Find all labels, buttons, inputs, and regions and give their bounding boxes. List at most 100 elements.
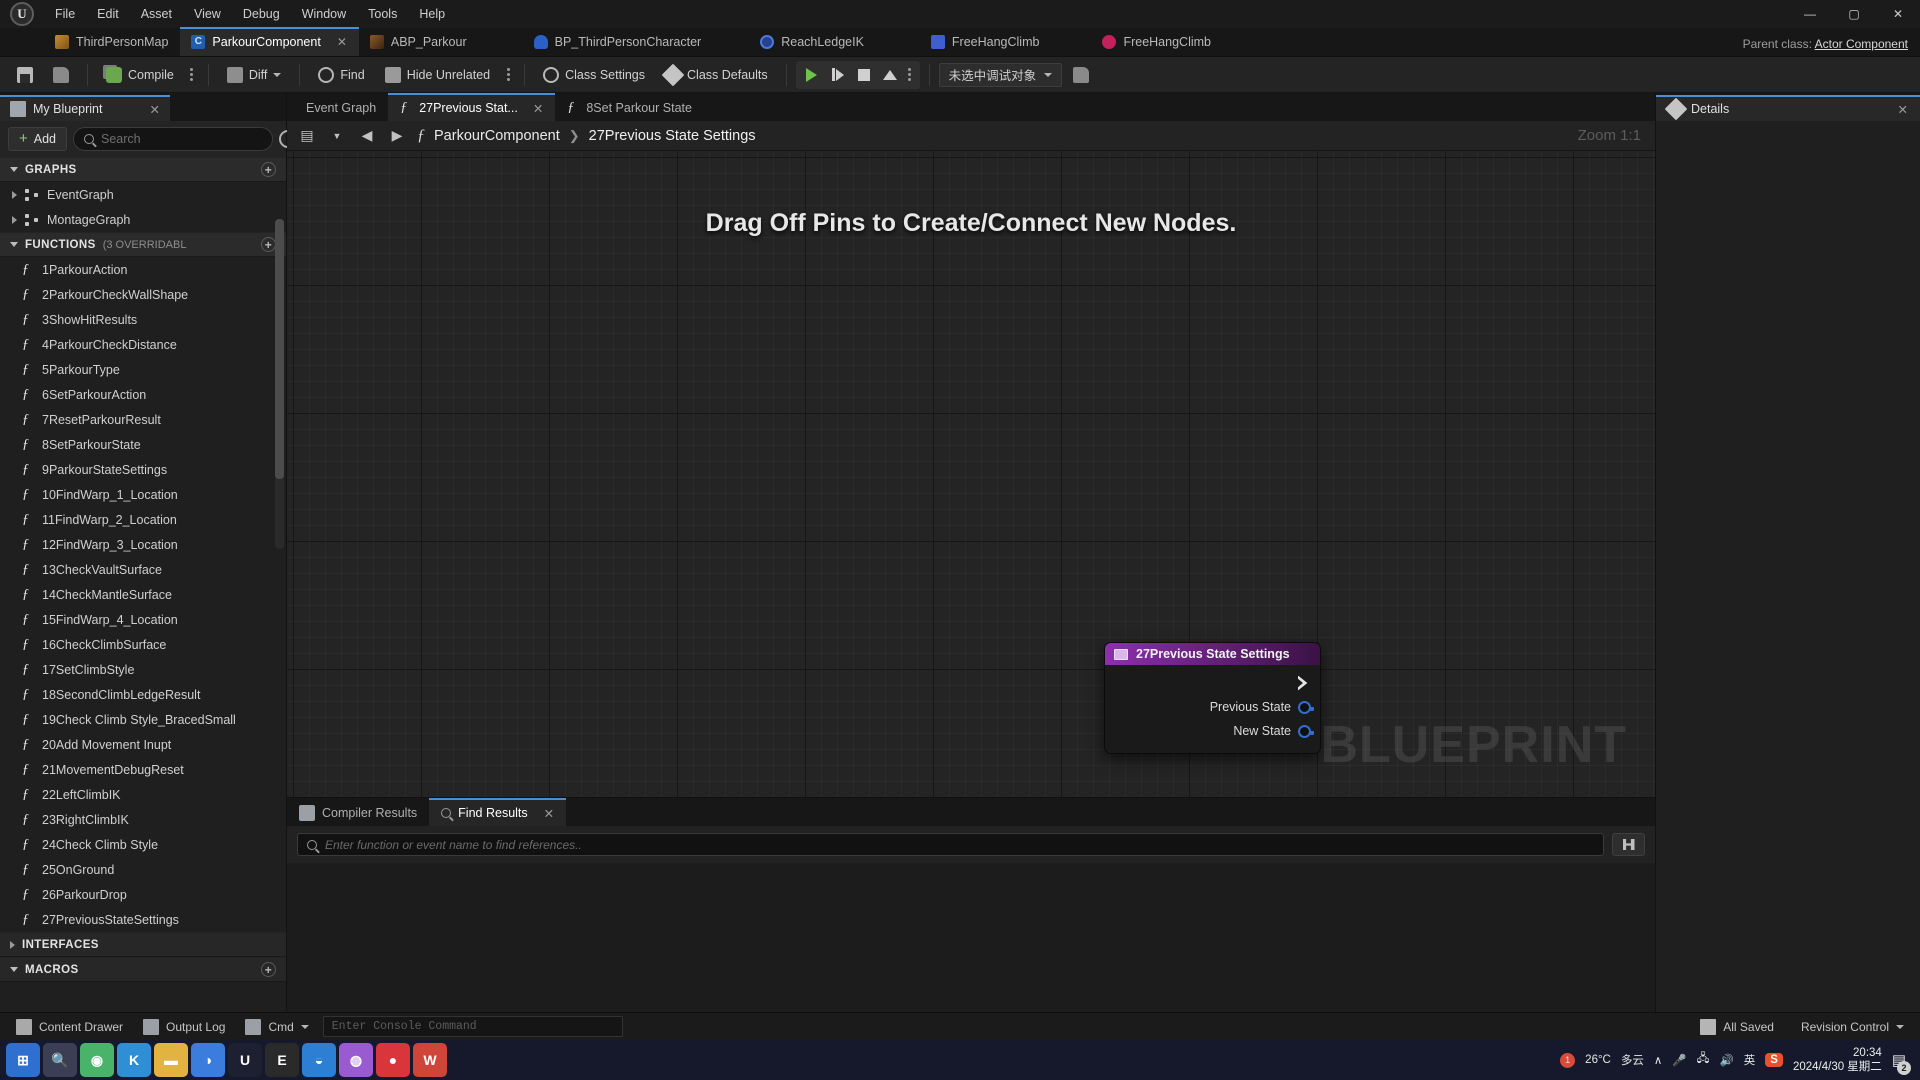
exec-pin-icon[interactable]	[1298, 676, 1311, 691]
ime-language-icon[interactable]: 英	[1744, 1052, 1756, 1068]
function-item[interactable]: ƒ 21MovementDebugReset	[0, 757, 286, 782]
function-item[interactable]: ƒ 7ResetParkourResult	[0, 407, 286, 432]
eject-button[interactable]	[877, 63, 903, 87]
function-item[interactable]: ƒ 6SetParkourAction	[0, 382, 286, 407]
chevron-right-icon[interactable]	[12, 215, 17, 224]
find-input-wrapper[interactable]	[297, 833, 1604, 856]
weather-temp[interactable]: 26°C	[1585, 1054, 1611, 1066]
stop-button[interactable]	[851, 63, 877, 87]
minimize-button[interactable]: —	[1788, 0, 1832, 28]
cmd-dropdown-button[interactable]: Cmd	[235, 1015, 318, 1039]
asset-tab-parkourcomponent[interactable]: ParkourComponent ✕	[180, 27, 360, 56]
compile-button[interactable]: Compile	[97, 61, 183, 89]
save-button[interactable]	[8, 61, 42, 89]
compile-options-icon[interactable]	[185, 68, 199, 81]
pie-app-icon[interactable]: ◍	[339, 1043, 373, 1077]
breadcrumb-root[interactable]: ParkourComponent	[434, 128, 560, 144]
tab-find-results[interactable]: Find Results ✕	[429, 798, 567, 826]
clock[interactable]: 20:34 2024/4/30 星期二	[1793, 1046, 1882, 1075]
revision-control-button[interactable]: Revision Control	[1784, 1015, 1914, 1039]
add-function-button[interactable]: +	[261, 237, 276, 252]
blueprint-graph-canvas[interactable]: Drag Off Pins to Create/Connect New Node…	[287, 151, 1655, 797]
graph-item-montagegraph[interactable]: MontageGraph	[0, 207, 286, 232]
diff-button[interactable]: Diff	[218, 61, 291, 89]
tab-details[interactable]: Details ✕	[1656, 95, 1920, 121]
add-graph-button[interactable]: +	[261, 162, 276, 177]
debug-object-selector[interactable]: 未选中调试对象	[938, 62, 1063, 87]
unreal-editor-icon[interactable]: U	[228, 1043, 262, 1077]
asset-tab-freehangclimb-montage[interactable]: FreeHangClimb	[1091, 27, 1223, 56]
search-box[interactable]	[73, 127, 274, 151]
play-button[interactable]	[799, 63, 825, 87]
epic-games-icon[interactable]: E	[265, 1043, 299, 1077]
back-button[interactable]: ◀	[357, 126, 377, 146]
network-icon[interactable]: 🖧	[1697, 1051, 1710, 1070]
function-item[interactable]: ƒ 24Check Climb Style	[0, 832, 286, 857]
asset-tab-close-icon[interactable]: ✕	[337, 35, 347, 49]
find-button[interactable]: Find	[309, 61, 373, 89]
close-button[interactable]: ✕	[1876, 0, 1920, 28]
edge-icon[interactable]: ◒	[302, 1043, 336, 1077]
scrollbar-thumb[interactable]	[275, 219, 284, 479]
microphone-icon[interactable]: 🎤	[1672, 1053, 1686, 1067]
asset-tab-thirdpersonmap[interactable]: ThirdPersonMap	[44, 27, 180, 56]
graph-tab-8set-parkour-state[interactable]: ƒ 8Set Parkour State	[555, 95, 704, 121]
output-log-button[interactable]: Output Log	[133, 1015, 235, 1039]
node-header[interactable]: 27Previous State Settings	[1105, 643, 1320, 665]
hide-unrelated-options-icon[interactable]	[501, 68, 515, 81]
function-item[interactable]: ƒ 2ParkourCheckWallShape	[0, 282, 286, 307]
node-27previous-state-settings[interactable]: 27Previous State Settings Previous State…	[1105, 643, 1320, 753]
add-macro-button[interactable]: +	[261, 962, 276, 977]
node-pin-exec-out[interactable]	[1105, 671, 1320, 695]
close-icon[interactable]: ✕	[1898, 102, 1908, 117]
chevron-right-icon[interactable]	[12, 190, 17, 199]
weather-desc[interactable]: 多云	[1621, 1052, 1644, 1068]
forward-button[interactable]: ▶	[387, 126, 407, 146]
unreal-logo[interactable]: U	[0, 0, 44, 28]
function-item[interactable]: ƒ 17SetClimbStyle	[0, 657, 286, 682]
recorder-icon[interactable]: ●	[376, 1043, 410, 1077]
function-item[interactable]: ƒ 22LeftClimbIK	[0, 782, 286, 807]
function-item[interactable]: ƒ 8SetParkourState	[0, 432, 286, 457]
wps-icon[interactable]: W	[413, 1043, 447, 1077]
kugou-icon[interactable]: K	[117, 1043, 151, 1077]
tray-chevron-icon[interactable]: ∧	[1654, 1053, 1662, 1067]
asset-tab-reachledgeik[interactable]: ReachLedgeIK	[749, 27, 876, 56]
function-item[interactable]: ƒ 25OnGround	[0, 857, 286, 882]
section-interfaces[interactable]: INTERFACES	[0, 932, 286, 957]
graph-tab-event-graph[interactable]: Event Graph	[287, 95, 388, 121]
asset-tab-bp-thirdpersoncharacter[interactable]: BP_ThirdPersonCharacter	[523, 27, 714, 56]
add-button[interactable]: + Add	[8, 127, 68, 151]
function-item[interactable]: ƒ 20Add Movement Inupt	[0, 732, 286, 757]
graph-tab-27previous-state[interactable]: ƒ 27Previous Stat... ✕	[388, 93, 556, 121]
browse-button[interactable]	[44, 61, 78, 89]
close-icon[interactable]: ✕	[533, 101, 543, 116]
asset-tab-freehangclimb-sequence[interactable]: FreeHangClimb	[920, 27, 1052, 56]
function-item[interactable]: ƒ 3ShowHitResults	[0, 307, 286, 332]
console-command-wrapper[interactable]	[322, 1016, 623, 1037]
hide-unrelated-button[interactable]: Hide Unrelated	[376, 61, 499, 89]
sogou-input-icon[interactable]: S	[1765, 1053, 1783, 1067]
class-defaults-button[interactable]: Class Defaults	[656, 61, 777, 89]
class-settings-button[interactable]: Class Settings	[534, 61, 654, 89]
data-pin-icon[interactable]	[1298, 724, 1314, 738]
start-button[interactable]: ⊞	[6, 1043, 40, 1077]
function-item[interactable]: ƒ 1ParkourAction	[0, 257, 286, 282]
find-results-list[interactable]	[287, 863, 1655, 1012]
section-functions[interactable]: FUNCTIONS (3 OVERRIDABL +	[0, 232, 286, 257]
play-options-icon[interactable]	[903, 68, 917, 81]
node-pin-previous-state[interactable]: Previous State	[1105, 695, 1320, 719]
my-blueprint-scrollbar[interactable]	[275, 219, 284, 549]
menu-view[interactable]: View	[183, 0, 232, 28]
menu-asset[interactable]: Asset	[130, 0, 183, 28]
close-icon[interactable]: ✕	[150, 102, 160, 117]
all-saved-button[interactable]: All Saved	[1690, 1015, 1784, 1039]
chrome-icon[interactable]: ◉	[80, 1043, 114, 1077]
tab-compiler-results[interactable]: Compiler Results	[287, 800, 429, 826]
menu-window[interactable]: Window	[291, 0, 357, 28]
search-button[interactable]: 🔍	[43, 1043, 77, 1077]
section-graphs[interactable]: GRAPHS +	[0, 157, 286, 182]
function-item[interactable]: ƒ 27PreviousStateSettings	[0, 907, 286, 932]
function-item[interactable]: ƒ 23RightClimbIK	[0, 807, 286, 832]
chevron-down-icon[interactable]: ▼	[327, 126, 347, 146]
